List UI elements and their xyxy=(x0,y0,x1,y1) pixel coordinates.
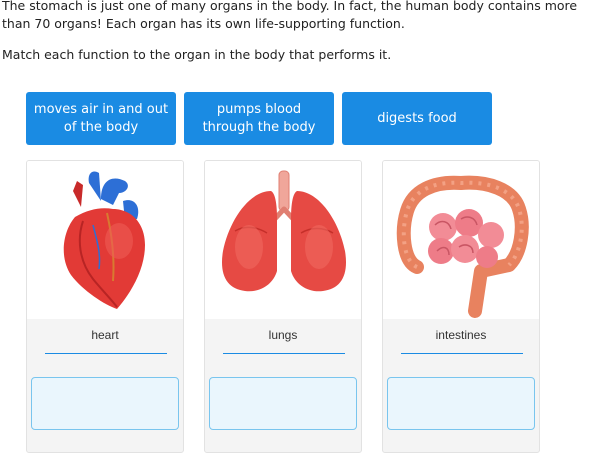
drop-target-lungs[interactable] xyxy=(209,377,357,430)
heart-image xyxy=(27,161,183,319)
choice-label: moves air in and out of the body xyxy=(33,101,169,135)
label-underline xyxy=(401,353,523,354)
choice-tile-pumps-blood[interactable]: pumps blood through the body xyxy=(184,92,334,145)
intro-text: The stomach is just one of many organs i… xyxy=(2,0,578,31)
organ-label-lungs: lungs xyxy=(268,328,298,342)
lungs-image xyxy=(205,161,361,319)
choice-tile-digests-food[interactable]: digests food xyxy=(342,92,492,145)
choice-label: pumps blood through the body xyxy=(202,101,316,135)
organ-label-heart: heart xyxy=(91,328,119,342)
drop-target-intestines[interactable] xyxy=(387,377,535,430)
label-underline xyxy=(45,353,167,354)
intestines-image xyxy=(383,161,539,319)
organ-label-intestines: intestines xyxy=(435,328,487,342)
drop-target-heart[interactable] xyxy=(31,377,179,430)
organ-card-lungs: lungs xyxy=(204,160,362,453)
organ-card-heart: heart xyxy=(26,160,184,453)
choice-tile-moves-air[interactable]: moves air in and out of the body xyxy=(26,92,176,145)
choice-label: digests food xyxy=(377,110,457,126)
instruction-text: Match each function to the organ in the … xyxy=(2,47,392,62)
organ-card-intestines: intestines xyxy=(382,160,540,453)
label-underline xyxy=(223,353,345,354)
